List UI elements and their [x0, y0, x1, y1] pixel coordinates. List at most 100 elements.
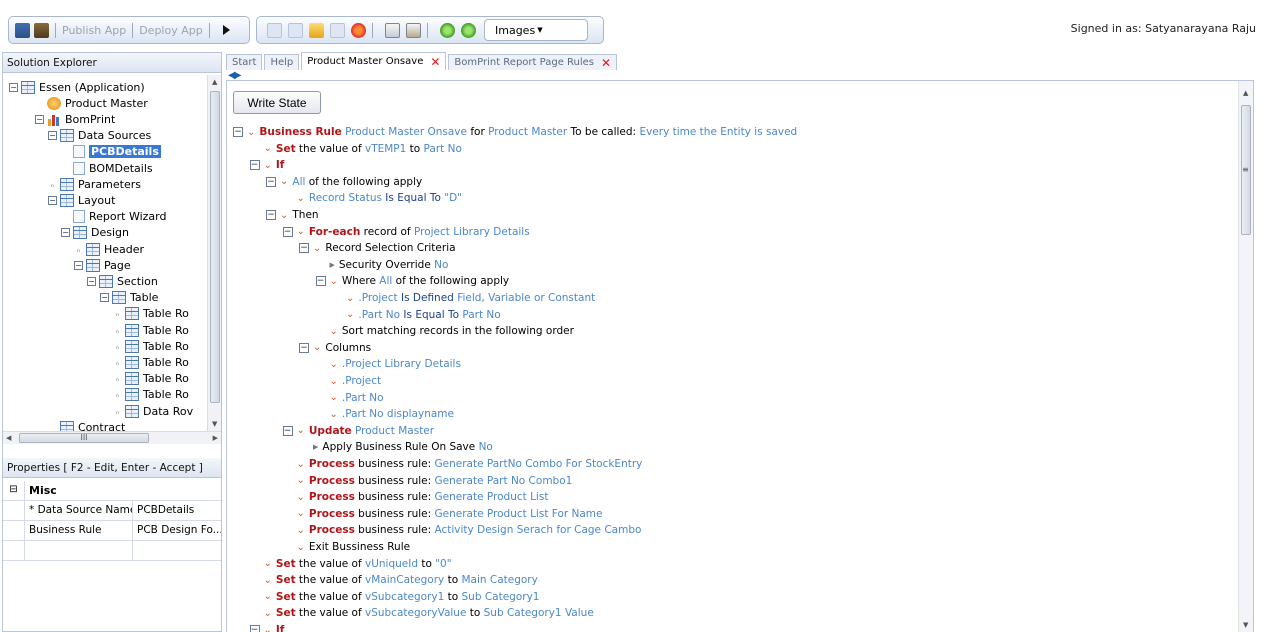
- rule-line[interactable]: ⌄ Set the value of vSubcategoryValue to S…: [264, 605, 594, 621]
- expand-toggle-icon[interactable]: ₙ: [113, 407, 122, 416]
- delete-icon[interactable]: [351, 22, 366, 38]
- tree-node[interactable]: ₙ Table Ro: [113, 338, 189, 354]
- property-category-row[interactable]: ⊟ Misc: [3, 481, 221, 501]
- expand-toggle-icon[interactable]: ₙ: [113, 309, 122, 318]
- expand-toggle-icon[interactable]: ₙ: [113, 342, 122, 351]
- new-item-icon[interactable]: [267, 22, 282, 38]
- dropdown-arrow-icon[interactable]: ⌄: [346, 293, 354, 304]
- rule-value-link[interactable]: .Project Library Details: [342, 358, 461, 370]
- rule-value-link[interactable]: Sub Category1: [462, 591, 540, 603]
- rule-line[interactable]: ⌄ Process business rule: Generate Product…: [297, 506, 603, 522]
- rule-value-link[interactable]: Field, Variable or Constant: [457, 292, 595, 304]
- rule-value-link[interactable]: Main Category: [461, 574, 537, 586]
- dropdown-arrow-icon[interactable]: ⌄: [280, 176, 288, 187]
- close-icon[interactable]: ✕: [601, 56, 611, 70]
- dropdown-arrow-icon[interactable]: ⌄: [264, 608, 272, 619]
- rule-line[interactable]: ⌄ Process business rule: Generate Product…: [297, 489, 549, 505]
- rule-line[interactable]: − ⌄ All of the following apply: [266, 174, 422, 190]
- rule-value-link[interactable]: .Part No: [342, 392, 384, 404]
- rule-value-link[interactable]: No: [479, 441, 493, 453]
- tree-node[interactable]: ₙ Table Ro: [113, 306, 189, 322]
- collapse-toggle-icon[interactable]: −: [299, 243, 309, 254]
- rule-value-link[interactable]: .Part No: [358, 309, 400, 321]
- scroll-right-icon[interactable]: ▶: [213, 434, 218, 442]
- dropdown-arrow-icon[interactable]: ⌄: [264, 591, 272, 602]
- dropdown-arrow-icon[interactable]: ⌄: [297, 508, 305, 519]
- rule-value-link[interactable]: Part No: [424, 143, 462, 155]
- dropdown-arrow-icon[interactable]: ⌄: [313, 243, 321, 254]
- expand-toggle-icon[interactable]: ₙ: [74, 245, 83, 254]
- rule-line[interactable]: ⌄ Set the value of vTEMP1 to Part No: [264, 141, 462, 157]
- properties-icon[interactable]: [330, 22, 345, 38]
- tree-hscroll-thumb[interactable]: III: [19, 433, 149, 443]
- tree-node[interactable]: − Table: [100, 290, 158, 306]
- dropdown-arrow-icon[interactable]: ⌄: [330, 409, 338, 420]
- expand-toggle-icon[interactable]: ₙ: [113, 358, 122, 367]
- tab-help[interactable]: Help: [264, 54, 300, 70]
- dropdown-arrow-icon[interactable]: ⌄: [264, 160, 272, 171]
- property-value[interactable]: PCBDetails: [133, 501, 221, 520]
- collapse-toggle-icon[interactable]: −: [87, 276, 96, 286]
- publish-app-button[interactable]: Publish App: [62, 24, 126, 37]
- tree-node[interactable]: ₙ Table Ro: [113, 387, 189, 403]
- tree-node[interactable]: − Data Sources: [48, 128, 151, 144]
- images-dropdown[interactable]: Images ▼: [484, 19, 588, 41]
- rule-value-link[interactable]: No: [434, 259, 448, 271]
- tab-bomprint-report-page-rules[interactable]: BomPrint Report Page Rules ✕: [448, 54, 618, 70]
- tree-node[interactable]: − Section: [87, 273, 158, 289]
- tree-node[interactable]: ₙ Table Ro: [113, 354, 189, 370]
- rule-value-link[interactable]: vSubcategoryValue: [365, 607, 466, 619]
- tree-node[interactable]: ₙ Table Ro: [113, 371, 189, 387]
- collapse-toggle-icon[interactable]: −: [266, 210, 276, 220]
- rule-value-link[interactable]: .Part No displayname: [342, 408, 454, 420]
- collapse-toggle-icon[interactable]: −: [48, 195, 57, 205]
- rule-line[interactable]: ⌄ .Project Is Defined Field, Variable or …: [346, 290, 595, 306]
- rule-line[interactable]: − ⌄ For-each record of Project Library Det…: [282, 224, 530, 240]
- tree-node[interactable]: Report Wizard: [61, 209, 166, 225]
- dropdown-arrow-icon[interactable]: ⌄: [313, 342, 321, 353]
- tree-horizontal-scrollbar[interactable]: ◀ III ▶: [3, 431, 221, 444]
- rule-line[interactable]: − ⌄ Where All of the following apply: [315, 273, 509, 289]
- tree-node[interactable]: − BomPrint: [35, 111, 115, 127]
- rule-line[interactable]: ⌄ Process business rule: Generate Part No…: [297, 473, 573, 489]
- rule-value-link[interactable]: vSubcategory1: [365, 591, 444, 603]
- rule-value-link[interactable]: All: [379, 275, 392, 287]
- expand-toggle-icon[interactable]: ₙ: [113, 326, 122, 335]
- tree-node[interactable]: ₙ Parameters: [48, 176, 141, 192]
- rule-value-link[interactable]: Generate PartNo Combo For StockEntry: [435, 458, 643, 470]
- collapse-toggle-icon[interactable]: −: [74, 260, 83, 270]
- expand-toggle-icon[interactable]: ₙ: [48, 180, 57, 189]
- rule-line[interactable]: − ⌄ Then: [266, 207, 319, 223]
- dropdown-arrow-icon[interactable]: ⌄: [297, 193, 305, 204]
- tree-node[interactable]: ₙ Data Rov: [113, 403, 193, 419]
- rule-value-link[interactable]: vTEMP1: [365, 143, 406, 155]
- collapse-toggle-icon[interactable]: −: [282, 226, 293, 237]
- copy-icon[interactable]: [385, 22, 400, 38]
- rule-value-link[interactable]: Record Status: [309, 192, 382, 204]
- collapse-toggle-icon[interactable]: −: [282, 425, 293, 436]
- expand-toggle-icon[interactable]: ₙ: [113, 390, 122, 399]
- collapse-toggle-icon[interactable]: −: [61, 228, 70, 238]
- rule-line[interactable]: ⌄ Process business rule: Activity Design …: [297, 522, 642, 538]
- save-all-icon[interactable]: [34, 22, 49, 38]
- expand-arrow-icon[interactable]: ▶: [330, 261, 335, 269]
- dropdown-arrow-icon[interactable]: ⌄: [330, 392, 338, 403]
- dropdown-arrow-icon[interactable]: ⌄: [264, 143, 272, 154]
- tree-vertical-scrollbar[interactable]: ▲ ▼: [207, 75, 221, 431]
- rule-line[interactable]: − ⌄ Business Rule Product Master Onsave fo…: [233, 124, 797, 140]
- dropdown-arrow-icon[interactable]: ⌄: [297, 542, 305, 553]
- dropdown-arrow-icon[interactable]: ⌄: [297, 492, 305, 503]
- tree-node[interactable]: Contract: [48, 419, 125, 431]
- collapse-toggle-icon[interactable]: −: [233, 127, 243, 137]
- dropdown-arrow-icon[interactable]: ⌄: [330, 359, 338, 370]
- rule-line[interactable]: − ⌄ Update Product Master: [282, 423, 434, 439]
- tree-scroll-thumb[interactable]: [210, 91, 220, 403]
- tree-node[interactable]: Product Master: [35, 95, 148, 111]
- scroll-down-icon[interactable]: ▼: [212, 420, 217, 428]
- run-icon[interactable]: [222, 25, 230, 35]
- collapse-toggle-icon[interactable]: −: [9, 82, 18, 92]
- collapse-toggle-icon[interactable]: −: [100, 293, 109, 303]
- rule-line[interactable]: ▶ Security Override No: [330, 257, 449, 273]
- tree-node[interactable]: ₙ Header: [74, 241, 144, 257]
- rule-line[interactable]: ⌄ Record Status Is Equal To "D": [297, 190, 463, 206]
